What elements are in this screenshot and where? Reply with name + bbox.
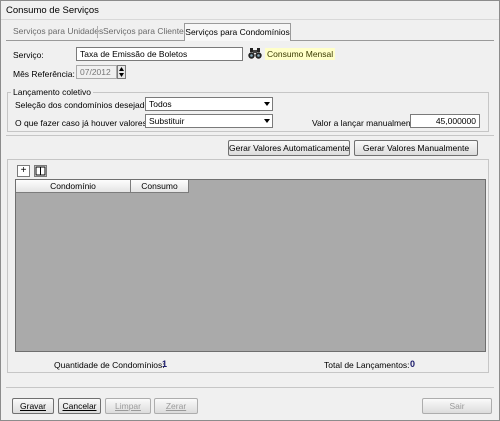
- valor-manual-label: Valor a lançar manualmente:: [312, 118, 421, 128]
- window-title: Consumo de Serviços: [6, 5, 99, 16]
- chevron-down-icon: [264, 102, 270, 106]
- total-lancamentos-value: 0: [410, 359, 416, 369]
- gerar-automaticamente-button[interactable]: Gerar Valores Automaticamente: [228, 140, 350, 156]
- zerar-button[interactable]: Zerar: [154, 398, 198, 414]
- selecao-select[interactable]: Todos: [145, 97, 273, 111]
- lancamento-coletivo-title: Lançamento coletivo: [11, 87, 93, 97]
- quantidade-condominios-label: Quantidade de Condomínios:: [54, 360, 165, 370]
- gravar-button[interactable]: Gravar: [12, 398, 54, 414]
- servico-label: Serviço:: [13, 50, 44, 60]
- tab-servicos-clientes[interactable]: Serviços para Clientes: [103, 26, 188, 40]
- binoculars-icon[interactable]: [248, 47, 262, 60]
- title-bar: Consumo de Serviços: [1, 1, 499, 20]
- cancelar-button[interactable]: Cancelar: [58, 398, 101, 414]
- cancelar-label: Cancelar: [62, 401, 97, 411]
- fazer-select[interactable]: Substituir: [145, 114, 273, 128]
- total-lancamentos-label: Total de Lançamentos:: [324, 360, 410, 370]
- fazer-value: Substituir: [149, 116, 185, 126]
- limpar-label: Limpar: [115, 401, 141, 411]
- tab-servicos-condominios[interactable]: Serviços para Condomínios: [184, 23, 291, 41]
- footer-separator: [6, 387, 494, 388]
- quantidade-condominios-value: 1: [162, 359, 168, 369]
- valor-manual-field[interactable]: 45,000000: [410, 114, 480, 128]
- gerar-manualmente-button[interactable]: Gerar Valores Manualmente: [354, 140, 478, 156]
- chevron-down-icon: [264, 119, 270, 123]
- limpar-button[interactable]: Limpar: [105, 398, 151, 414]
- column-header-condominio[interactable]: Condomínio: [16, 180, 131, 193]
- sair-button[interactable]: Sair: [422, 398, 492, 414]
- window: Consumo de Serviços Serviços para Unidad…: [0, 0, 500, 421]
- separator: [6, 135, 494, 136]
- sair-label: Sair: [449, 401, 465, 411]
- mes-referencia-field[interactable]: 07/2012: [76, 65, 117, 79]
- zerar-label: Zerar: [165, 401, 187, 411]
- servico-field[interactable]: Taxa de Emissão de Boletos: [76, 47, 243, 61]
- servico-tipo-label: Consumo Mensal: [265, 48, 336, 60]
- gravar-label: Gravar: [20, 401, 46, 411]
- column-icon: [35, 166, 46, 176]
- selecao-value: Todos: [149, 99, 172, 109]
- tab-divider: [97, 26, 98, 38]
- mes-referencia-label: Mês Referência:: [13, 69, 75, 79]
- fazer-label: O que fazer caso já houver valores?: [15, 118, 152, 128]
- column-header-consumo[interactable]: Consumo: [131, 180, 189, 193]
- tab-servicos-unidades[interactable]: Serviços para Unidades: [13, 26, 103, 40]
- condominios-grid[interactable]: Condomínio Consumo: [15, 179, 486, 352]
- selecao-label: Seleção dos condomínios desejados:: [15, 100, 156, 110]
- mes-spin-button[interactable]: [117, 65, 126, 79]
- add-row-button[interactable]: +: [17, 165, 30, 177]
- column-chooser-button[interactable]: [34, 165, 47, 177]
